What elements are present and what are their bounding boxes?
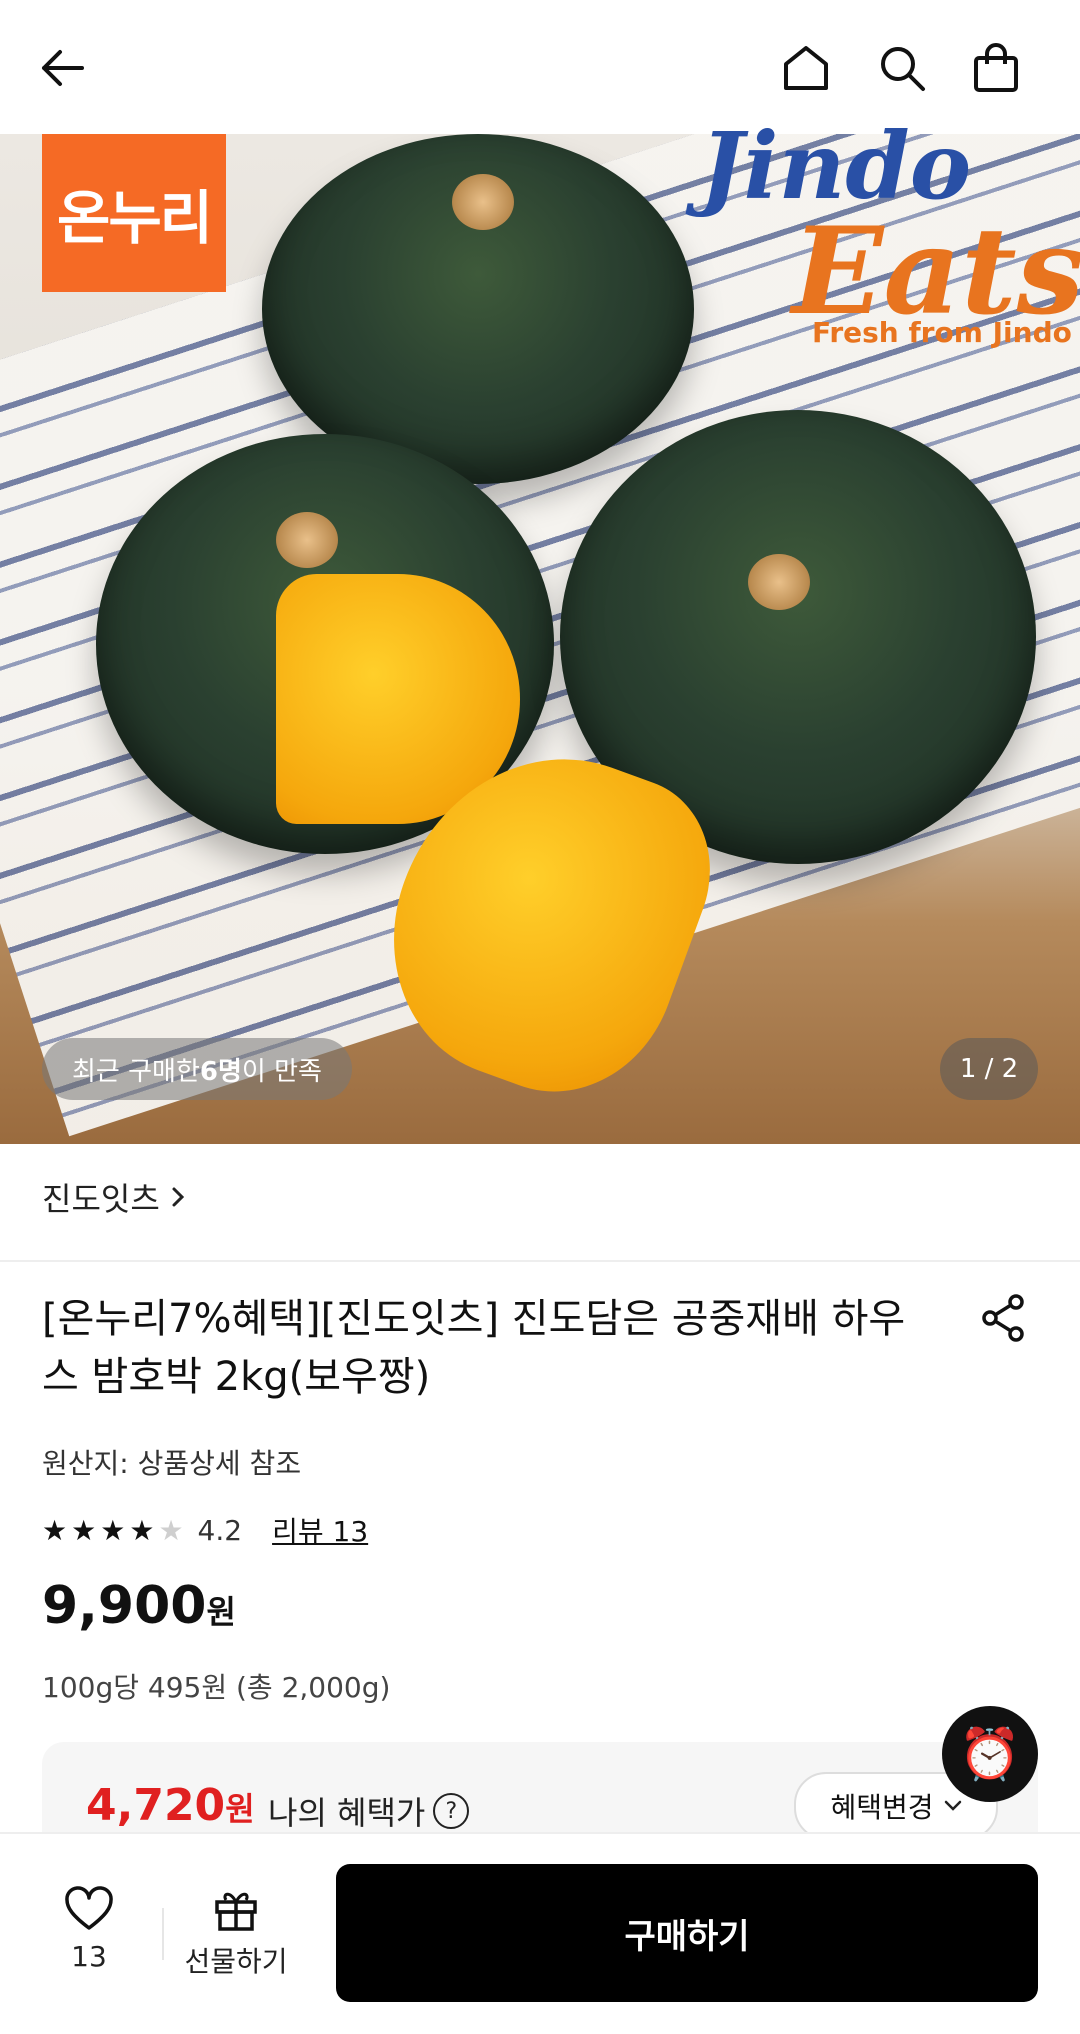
buy-button[interactable]: 구매하기 xyxy=(336,1864,1038,2002)
benefit-price: 4,720원 xyxy=(86,1780,255,1831)
review-link[interactable]: 리뷰 13 xyxy=(272,1510,368,1550)
change-benefit-label: 혜택변경 xyxy=(830,1791,934,1824)
home-icon[interactable] xyxy=(776,38,836,98)
section-divider xyxy=(0,1260,1080,1262)
wishlist-count: 13 xyxy=(71,1940,107,1973)
satisfaction-suffix: 이 만족 xyxy=(241,1056,322,1087)
pumpkin-stem xyxy=(276,512,338,568)
chevron-right-icon xyxy=(172,1187,184,1207)
origin-info: 원산지: 상품상세 참조 xyxy=(42,1447,302,1480)
onnuri-logo-text: 온누리 xyxy=(56,184,213,252)
gift-button[interactable]: 선물하기 xyxy=(180,1886,292,1980)
rating-row: ★ ★ ★ ★ ★ 4.2 리뷰 13 xyxy=(42,1510,368,1550)
back-arrow-icon[interactable] xyxy=(32,38,92,98)
price-currency: 원 xyxy=(206,1593,236,1631)
rating-score: 4.2 xyxy=(197,1513,243,1547)
satisfaction-badge: 최근 구매한 6명 이 만족 xyxy=(42,1038,352,1100)
star-empty-icon: ★ xyxy=(158,1513,184,1547)
star-icon: ★ xyxy=(100,1513,126,1547)
alarm-clock-icon[interactable]: ⏰ xyxy=(942,1706,1038,1802)
satisfaction-count: 6명 xyxy=(199,1056,242,1087)
satisfaction-prefix: 최근 구매한 xyxy=(72,1056,200,1087)
onnuri-logo: 온누리 xyxy=(42,134,226,292)
product-price: 9,900원 xyxy=(42,1576,236,1636)
benefit-label-text: 나의 혜택가 xyxy=(268,1794,426,1832)
brand-logo-eats: Eats xyxy=(792,201,1080,342)
gift-label: 선물하기 xyxy=(184,1945,288,1978)
unit-price: 100g당 495원 (총 2,000g) xyxy=(42,1671,391,1704)
shopping-bag-icon[interactable] xyxy=(966,38,1026,98)
benefit-label: 나의 혜택가 ? xyxy=(268,1788,470,1834)
price-value: 9,900 xyxy=(42,1576,207,1636)
star-icon: ★ xyxy=(129,1513,155,1547)
carousel-page-indicator: 1 / 2 xyxy=(940,1038,1038,1100)
benefit-price-value: 4,720 xyxy=(86,1780,226,1831)
share-icon[interactable] xyxy=(976,1290,1032,1346)
benefit-currency: 원 xyxy=(225,1790,255,1828)
pumpkin-stem xyxy=(748,554,810,610)
help-icon[interactable]: ? xyxy=(433,1793,470,1829)
bottom-divider xyxy=(162,1908,164,1960)
gift-icon xyxy=(215,1892,257,1931)
brand-logo-subtitle: Fresh from Jindo xyxy=(812,316,1072,349)
star-icon: ★ xyxy=(42,1513,68,1547)
wishlist-button[interactable]: 13 xyxy=(56,1886,122,1973)
product-title: [온누리7%혜택][진도잇츠] 진도담은 공중재배 하우스 밤호박 2kg(보우… xyxy=(42,1296,906,1400)
store-name: 진도잇츠 xyxy=(42,1180,160,1218)
brand-logo-top: Jindo xyxy=(700,112,972,220)
pumpkin-stem xyxy=(452,174,514,230)
search-icon[interactable] xyxy=(872,38,932,98)
heart-icon xyxy=(65,1886,113,1930)
chevron-down-icon xyxy=(944,1800,961,1811)
star-icon: ★ xyxy=(71,1513,97,1547)
store-link[interactable]: 진도잇츠 xyxy=(42,1174,186,1220)
